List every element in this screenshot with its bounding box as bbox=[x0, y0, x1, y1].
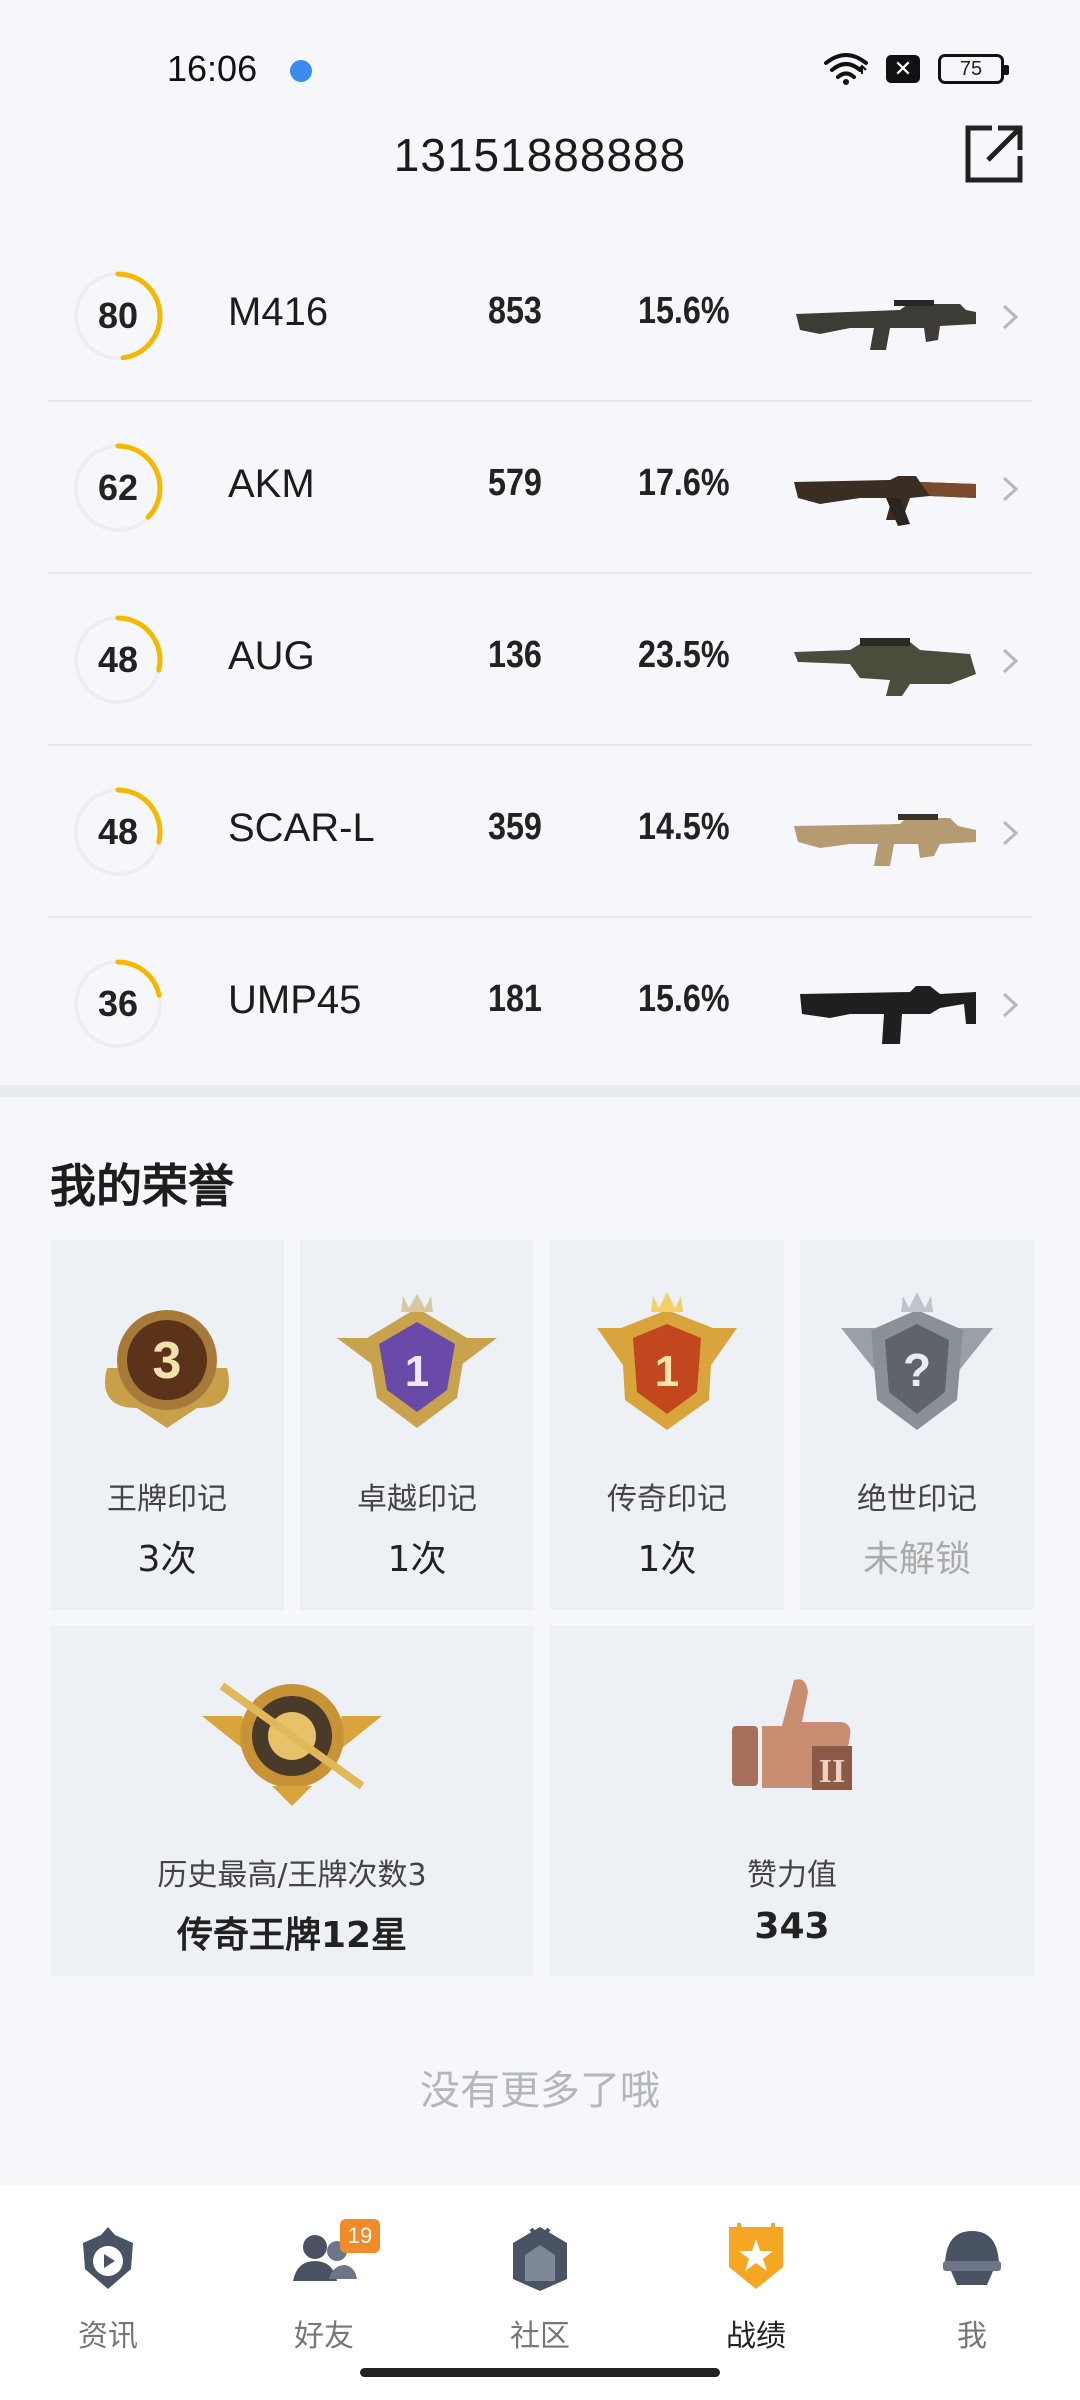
honor-value-locked: 未解锁 bbox=[862, 1539, 971, 1580]
chevron-right-icon bbox=[1002, 820, 1019, 846]
profile-icon bbox=[943, 2231, 1001, 2285]
highest-rank-card[interactable]: 历史最高/王牌次数3 传奇王牌12星 bbox=[50, 1626, 534, 1976]
nav-item-news[interactable]: 资讯 bbox=[28, 2205, 188, 2355]
weapon-name: M416 bbox=[228, 290, 329, 334]
wifi-icon bbox=[824, 53, 868, 85]
weapon-score: 62 bbox=[97, 467, 139, 508]
weapon-name: SCAR-L bbox=[228, 806, 375, 850]
weapon-rate: 17.6% bbox=[638, 462, 730, 504]
status-bar: 16:06 ✕ 75 bbox=[0, 0, 1080, 130]
weapon-list: 80 M416 853 15.6% 62 AKM 579 17.6% 48 AU… bbox=[48, 230, 1032, 1088]
battery-icon: 75 bbox=[938, 54, 1009, 84]
news-icon bbox=[83, 2227, 133, 2289]
peerless-mark-badge-icon: ? bbox=[841, 1292, 993, 1430]
nav-item-record[interactable]: 战绩 bbox=[676, 2205, 836, 2355]
notification-app-icon bbox=[286, 56, 316, 86]
weapon-rate: 15.6% bbox=[638, 978, 730, 1020]
svg-text:3: 3 bbox=[153, 1332, 182, 1390]
weapon-row-m416[interactable]: 80 M416 853 15.6% bbox=[48, 230, 1032, 402]
svg-text:II: II bbox=[819, 1753, 845, 1790]
chevron-right-icon bbox=[1002, 304, 1019, 330]
nav-label: 资讯 bbox=[78, 2319, 138, 2354]
weapon-kills: 136 bbox=[488, 634, 542, 676]
legend-mark-badge-icon: 1 bbox=[597, 1292, 737, 1430]
honor-card-excellence[interactable]: 1 卓越印记 1次 bbox=[300, 1240, 534, 1610]
weapon-name: AKM bbox=[228, 462, 315, 506]
akm-rifle-icon bbox=[794, 476, 976, 526]
honor-value: 1次 bbox=[637, 1539, 697, 1580]
status-icons: ✕ 75 bbox=[824, 52, 1009, 86]
scar-l-rifle-icon bbox=[794, 814, 976, 866]
highest-rank-badge-icon bbox=[202, 1682, 382, 1806]
chevron-right-icon bbox=[1002, 648, 1019, 674]
honor-card-peerless[interactable]: ? 绝世印记 未解锁 bbox=[800, 1240, 1034, 1610]
weapon-score: 48 bbox=[97, 811, 139, 852]
weapon-rate: 14.5% bbox=[638, 806, 730, 848]
svg-text:?: ? bbox=[903, 1344, 931, 1396]
weapon-kills: 853 bbox=[488, 290, 542, 332]
ump45-smg-icon bbox=[800, 986, 976, 1044]
highest-rank-value: 传奇王牌12星 bbox=[176, 1915, 408, 1956]
honor-label: 王牌印记 bbox=[107, 1482, 227, 1517]
thumbs-up-badge-icon: II bbox=[732, 1679, 852, 1790]
nav-item-friends[interactable]: 19 好友 bbox=[244, 2205, 404, 2355]
weapon-name: AUG bbox=[228, 634, 315, 678]
weapon-row-akm[interactable]: 62 AKM 579 17.6% bbox=[48, 402, 1032, 574]
nav-label: 战绩 bbox=[726, 2319, 786, 2354]
m416-rifle-icon bbox=[796, 300, 976, 350]
honor-label: 传奇印记 bbox=[607, 1482, 727, 1517]
honor-card-ace[interactable]: 3 王牌印记 3次 bbox=[50, 1240, 284, 1610]
likes-value: 343 bbox=[754, 1906, 830, 1947]
friends-count-badge: 19 bbox=[340, 2219, 380, 2253]
weapon-row-scar-l[interactable]: 48 SCAR-L 359 14.5% bbox=[48, 746, 1032, 918]
community-icon bbox=[513, 2227, 567, 2291]
no-more-text: 没有更多了哦 bbox=[420, 2068, 660, 2114]
weapon-row-ump45[interactable]: 36 UMP45 181 15.6% bbox=[48, 918, 1032, 1088]
ace-mark-badge-icon: 3 bbox=[105, 1310, 229, 1428]
weapon-rate: 23.5% bbox=[638, 634, 730, 676]
aug-rifle-icon bbox=[794, 638, 976, 696]
battery-level: 75 bbox=[959, 57, 983, 80]
x-icon: ✕ bbox=[886, 55, 920, 83]
chevron-right-icon bbox=[1002, 476, 1019, 502]
chevron-right-icon bbox=[1002, 992, 1019, 1018]
weapon-score: 80 bbox=[97, 295, 139, 336]
weapon-kills: 579 bbox=[488, 462, 542, 504]
weapon-score: 48 bbox=[97, 639, 139, 680]
likes-label: 赞力值 bbox=[747, 1858, 837, 1893]
nav-label: 我 bbox=[957, 2319, 987, 2354]
nav-label: 社区 bbox=[510, 2319, 570, 2354]
status-time: 16:06 bbox=[167, 48, 258, 89]
weapon-score: 36 bbox=[97, 983, 139, 1024]
nav-label: 好友 bbox=[294, 2319, 354, 2354]
svg-text:1: 1 bbox=[405, 1347, 429, 1396]
section-divider bbox=[0, 1085, 1080, 1097]
share-icon[interactable] bbox=[962, 122, 1026, 186]
weapon-kills: 359 bbox=[488, 806, 542, 848]
honor-label: 卓越印记 bbox=[357, 1482, 477, 1517]
honor-label: 绝世印记 bbox=[857, 1482, 977, 1517]
excellence-mark-badge-icon: 1 bbox=[337, 1294, 497, 1428]
weapon-row-aug[interactable]: 48 AUG 136 23.5% bbox=[48, 574, 1032, 746]
page-title: 13151888888 bbox=[393, 129, 687, 181]
weapon-name: UMP45 bbox=[228, 978, 362, 1022]
nav-item-profile[interactable]: 我 bbox=[892, 2205, 1052, 2355]
honor-value: 3次 bbox=[137, 1539, 197, 1580]
nav-item-community[interactable]: 社区 bbox=[460, 2205, 620, 2355]
honor-value: 1次 bbox=[387, 1539, 447, 1580]
record-icon bbox=[729, 2223, 783, 2289]
honors-title: 我的荣誉 bbox=[50, 1159, 234, 1213]
weapon-kills: 181 bbox=[488, 978, 542, 1020]
svg-text:1: 1 bbox=[655, 1347, 679, 1396]
home-indicator[interactable] bbox=[360, 2368, 720, 2377]
weapon-rate: 15.6% bbox=[638, 290, 730, 332]
honor-card-legend[interactable]: 1 传奇印记 1次 bbox=[550, 1240, 784, 1610]
likes-card[interactable]: II 赞力值 343 bbox=[550, 1626, 1034, 1976]
highest-rank-label: 历史最高/王牌次数3 bbox=[157, 1858, 427, 1893]
